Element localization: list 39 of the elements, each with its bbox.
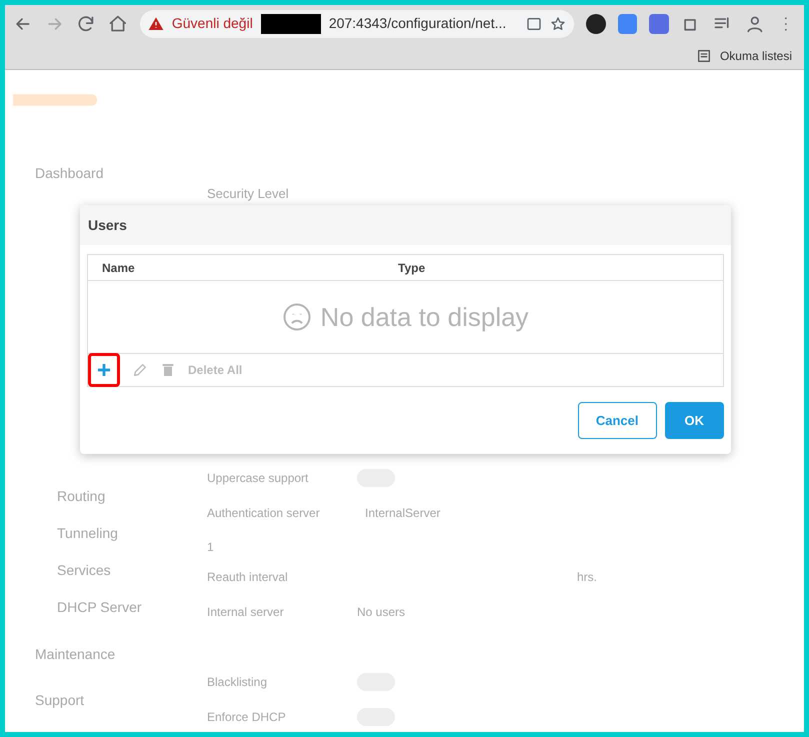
field-label: Enforce DHCP bbox=[207, 709, 287, 726]
select-field[interactable]: InternalServer bbox=[357, 504, 448, 522]
sad-face-icon bbox=[282, 302, 312, 332]
field-note: 1 bbox=[207, 539, 215, 556]
warning-icon bbox=[148, 16, 164, 32]
dialog-title: Users bbox=[88, 216, 127, 234]
profile-icon[interactable] bbox=[744, 14, 764, 34]
empty-message: No data to display bbox=[320, 300, 529, 334]
url-text: 207:4343/configuration/net... bbox=[328, 14, 506, 33]
sidebar-item[interactable]: Routing bbox=[57, 488, 106, 504]
sidebar-item[interactable]: DHCP Server bbox=[57, 599, 142, 615]
reading-list-icon[interactable] bbox=[696, 48, 712, 64]
delete-all-button[interactable]: Delete All bbox=[188, 361, 242, 379]
field-label: Internal server bbox=[207, 604, 285, 621]
extension-icon[interactable] bbox=[586, 14, 606, 34]
field-label: Blacklisting bbox=[207, 674, 268, 691]
sidebar-item[interactable]: Dashboard bbox=[35, 165, 104, 181]
sidebar-item[interactable]: Tunneling bbox=[57, 525, 118, 541]
sidebar-item[interactable]: Support bbox=[35, 692, 84, 708]
sidebar-item[interactable]: Services bbox=[57, 562, 111, 578]
address-bar[interactable]: Güvenli değil 207:4343/configuration/net... bbox=[140, 10, 574, 38]
reading-list-button[interactable]: Okuma listesi bbox=[720, 46, 792, 64]
column-header: Type bbox=[398, 260, 426, 276]
add-icon[interactable] bbox=[96, 362, 112, 378]
sidebar-item[interactable]: Maintenance bbox=[35, 646, 116, 662]
field-label: Uppercase support bbox=[207, 470, 310, 487]
section-title: Security Level bbox=[207, 186, 289, 201]
field-value: No users bbox=[357, 604, 406, 621]
star-icon[interactable] bbox=[550, 16, 566, 32]
redaction-bar bbox=[260, 14, 321, 34]
cancel-button[interactable]: Cancel bbox=[578, 402, 656, 439]
home-icon[interactable] bbox=[108, 14, 128, 34]
reload-icon[interactable] bbox=[76, 14, 96, 34]
ok-button[interactable]: OK bbox=[664, 402, 724, 439]
column-header: Name bbox=[101, 260, 136, 276]
select-field[interactable]: hrs. bbox=[357, 568, 597, 586]
field-label: Reauth interval bbox=[207, 569, 289, 586]
field-label: Authentication server bbox=[207, 505, 321, 522]
security-label: Güvenli değil bbox=[172, 14, 253, 33]
